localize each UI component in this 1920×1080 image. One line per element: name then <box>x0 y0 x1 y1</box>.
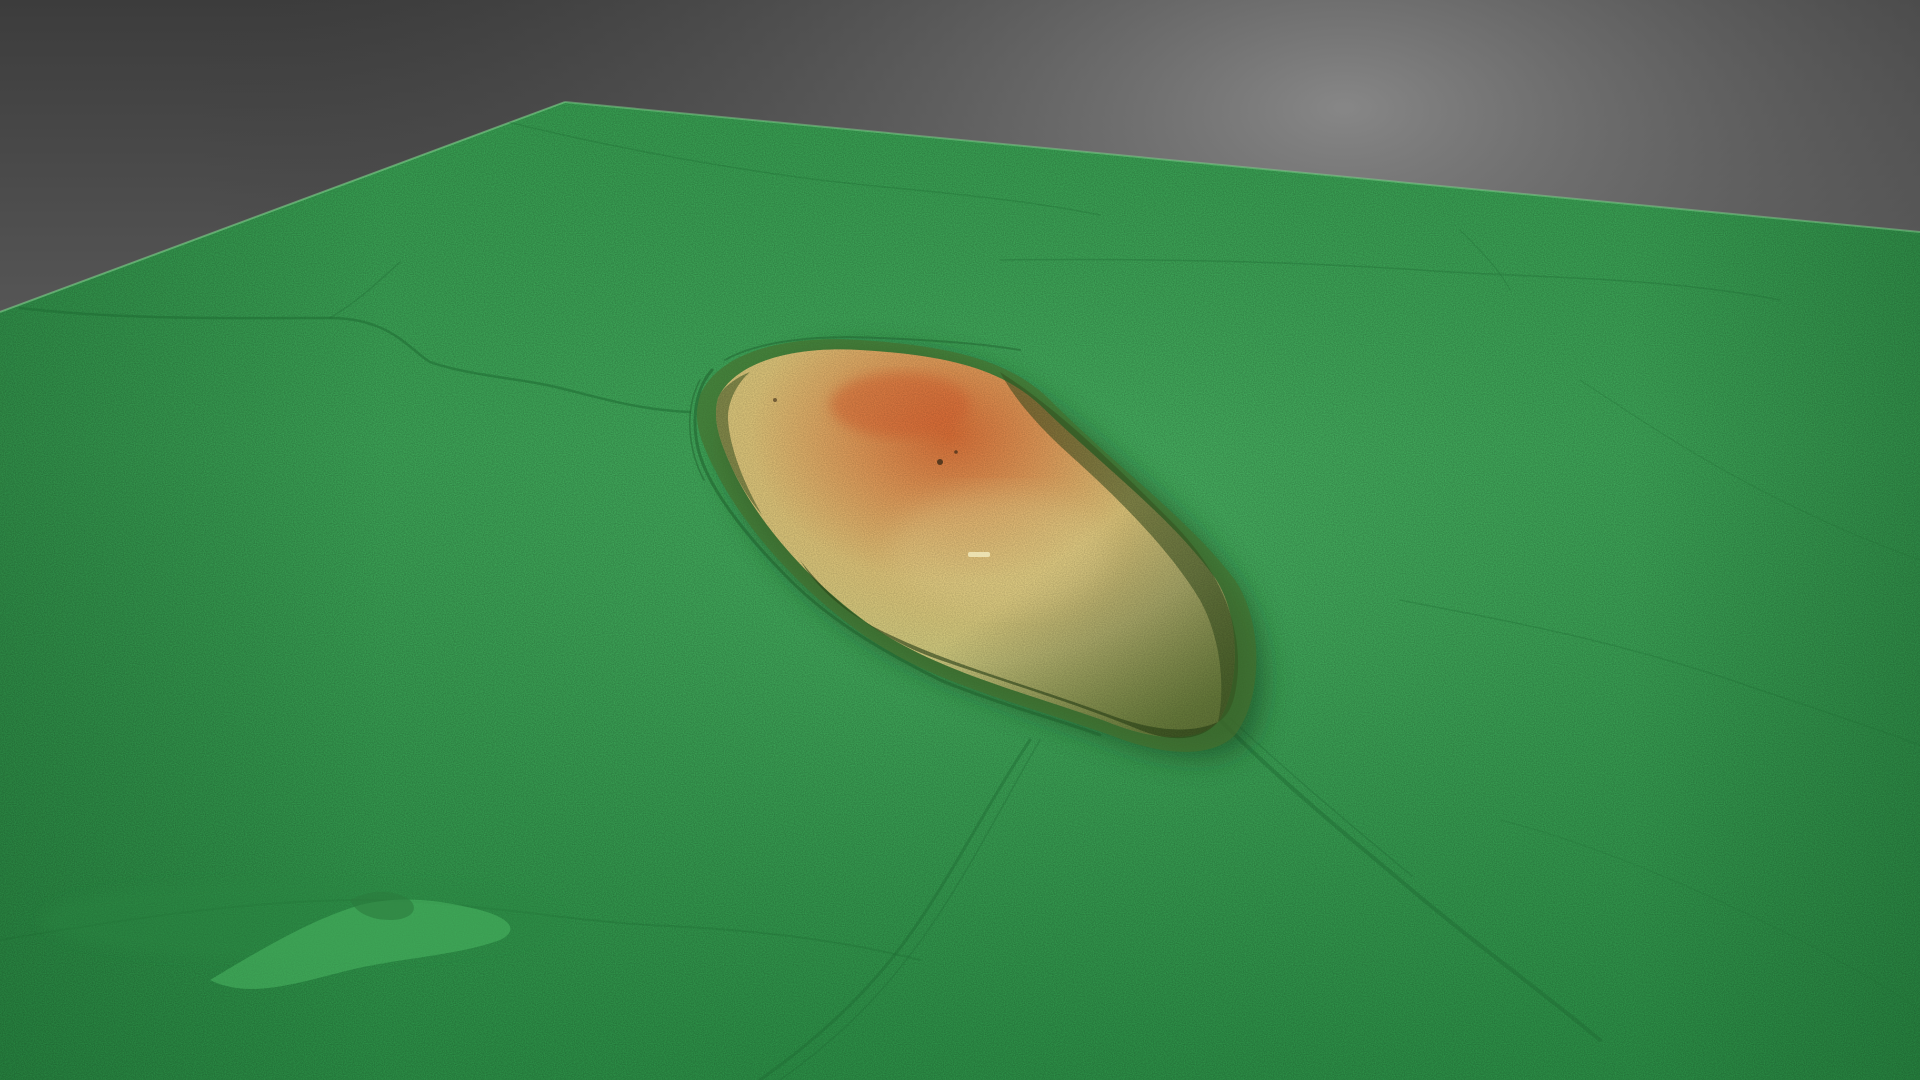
terrain-viewport[interactable] <box>0 0 1920 1080</box>
terrain-render[interactable] <box>0 0 1920 1080</box>
